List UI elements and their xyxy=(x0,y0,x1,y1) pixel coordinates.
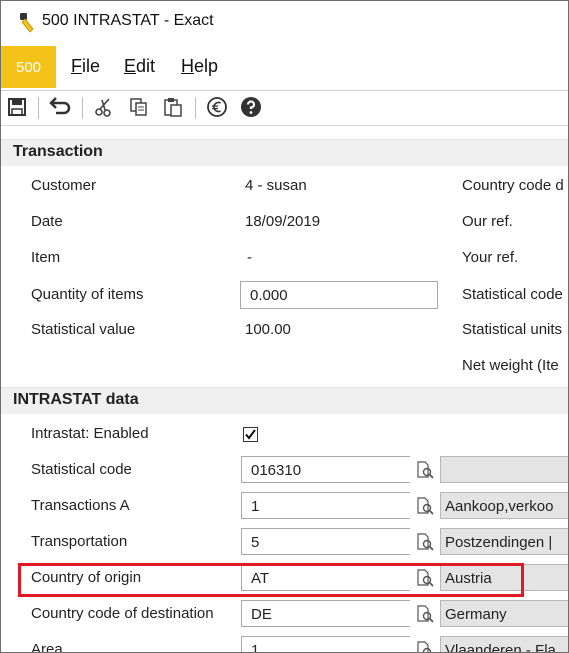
area-description: Vlaanderen - Fla xyxy=(440,636,568,653)
date-value: 18/09/2019 xyxy=(245,213,321,230)
quantity-input[interactable]: 0.000 xyxy=(240,281,438,309)
area-lookup-icon[interactable] xyxy=(410,636,440,652)
app-wrench-icon xyxy=(11,11,35,33)
destination-country-value: DE xyxy=(251,606,272,623)
your-ref-label: Your ref. xyxy=(462,249,519,266)
section-title-transaction: Transaction xyxy=(13,143,103,160)
menu-help[interactable]: Help xyxy=(181,56,218,77)
country-of-origin-highlight-box xyxy=(18,563,524,597)
destination-country-description: Germany xyxy=(440,600,568,627)
area-description-text: Vlaanderen - Fla xyxy=(445,642,556,653)
section-header-transaction: Transaction xyxy=(1,139,568,166)
statistical-code-lookup-icon[interactable] xyxy=(410,456,440,483)
menu-help-rest: elp xyxy=(194,56,219,76)
transactions-value: 1 xyxy=(251,498,260,515)
save-icon[interactable] xyxy=(6,96,28,118)
menu-help-accel: H xyxy=(181,56,194,76)
title-bar: 500 INTRASTAT - Exact xyxy=(1,1,568,44)
toolbar xyxy=(1,91,568,126)
toolbar-divider xyxy=(82,97,83,119)
net-weight-label: Net weight (Ite xyxy=(462,357,559,374)
statistical-units-label: Statistical units xyxy=(462,321,563,338)
menu-file-accel: F xyxy=(71,56,82,76)
transportation-value: 5 xyxy=(251,534,260,551)
quantity-label: Quantity of items xyxy=(31,286,144,303)
destination-country-label: Country code of destination xyxy=(31,605,214,622)
customer-value: 4 - susan xyxy=(245,177,307,194)
transactions-lookup-icon[interactable] xyxy=(410,492,440,519)
section-header-intrastat: INTRASTAT data xyxy=(1,387,568,414)
transactions-label: Transactions A xyxy=(31,497,130,514)
paste-icon[interactable] xyxy=(162,96,184,118)
menu-file-rest: ile xyxy=(82,56,101,76)
help-icon[interactable] xyxy=(240,96,262,118)
country-code-label: Country code d xyxy=(462,177,564,194)
copy-icon[interactable] xyxy=(128,96,150,118)
area-value: 1 xyxy=(251,642,260,653)
section-title-intrastat: INTRASTAT data xyxy=(13,391,139,408)
statistical-code-input[interactable]: 016310 xyxy=(241,456,411,483)
menu-file[interactable]: File xyxy=(71,56,100,77)
window-title: 500 INTRASTAT - Exact xyxy=(42,12,214,29)
statistical-code-value: 016310 xyxy=(251,462,302,479)
quantity-input-value: 0.000 xyxy=(250,287,288,304)
item-label: Item xyxy=(31,249,61,266)
statistical-code-label: Statistical code xyxy=(31,461,132,478)
statistical-value-label: Statistical value xyxy=(31,321,136,338)
date-label: Date xyxy=(31,213,63,230)
destination-country-input[interactable]: DE xyxy=(241,600,411,627)
statistical-value: 100.00 xyxy=(245,321,291,338)
checkmark-icon xyxy=(245,429,256,440)
transactions-input[interactable]: 1 xyxy=(241,492,411,519)
intrastat-enabled-checkbox[interactable] xyxy=(243,427,258,442)
company-badge[interactable]: 500 xyxy=(1,46,56,88)
menu-edit-accel: E xyxy=(124,56,137,76)
euro-icon[interactable] xyxy=(206,96,228,118)
intrastat-window: 500 INTRASTAT - Exact 500 File Edit Help xyxy=(0,0,569,653)
transactions-description: Aankoop,verkoo xyxy=(440,492,568,519)
menu-edit[interactable]: Edit xyxy=(124,56,155,77)
intrastat-enabled-label: Intrastat: Enabled xyxy=(31,425,149,442)
transportation-input[interactable]: 5 xyxy=(241,528,411,555)
destination-country-description-text: Germany xyxy=(445,606,507,623)
statistical-code-description xyxy=(440,456,568,483)
area-input[interactable]: 1 xyxy=(241,636,411,653)
our-ref-label: Our ref. xyxy=(462,213,513,230)
area-label: Area xyxy=(31,641,63,653)
destination-country-lookup-icon[interactable] xyxy=(410,600,440,627)
customer-label: Customer xyxy=(31,177,97,194)
menu-edit-rest: dit xyxy=(136,56,156,76)
cut-icon[interactable] xyxy=(93,96,115,118)
transportation-description: Postzendingen | xyxy=(440,528,568,555)
toolbar-divider xyxy=(195,97,196,119)
toolbar-divider xyxy=(38,97,39,119)
item-value: - xyxy=(247,249,252,266)
transportation-lookup-icon[interactable] xyxy=(410,528,440,555)
statistical-code-right-label: Statistical code xyxy=(462,286,563,303)
undo-icon[interactable] xyxy=(49,96,71,118)
transportation-label: Transportation xyxy=(31,533,128,550)
transportation-description-text: Postzendingen | xyxy=(445,534,553,551)
menu-bar: 500 File Edit Help xyxy=(1,44,568,91)
transactions-description-text: Aankoop,verkoo xyxy=(445,498,554,515)
